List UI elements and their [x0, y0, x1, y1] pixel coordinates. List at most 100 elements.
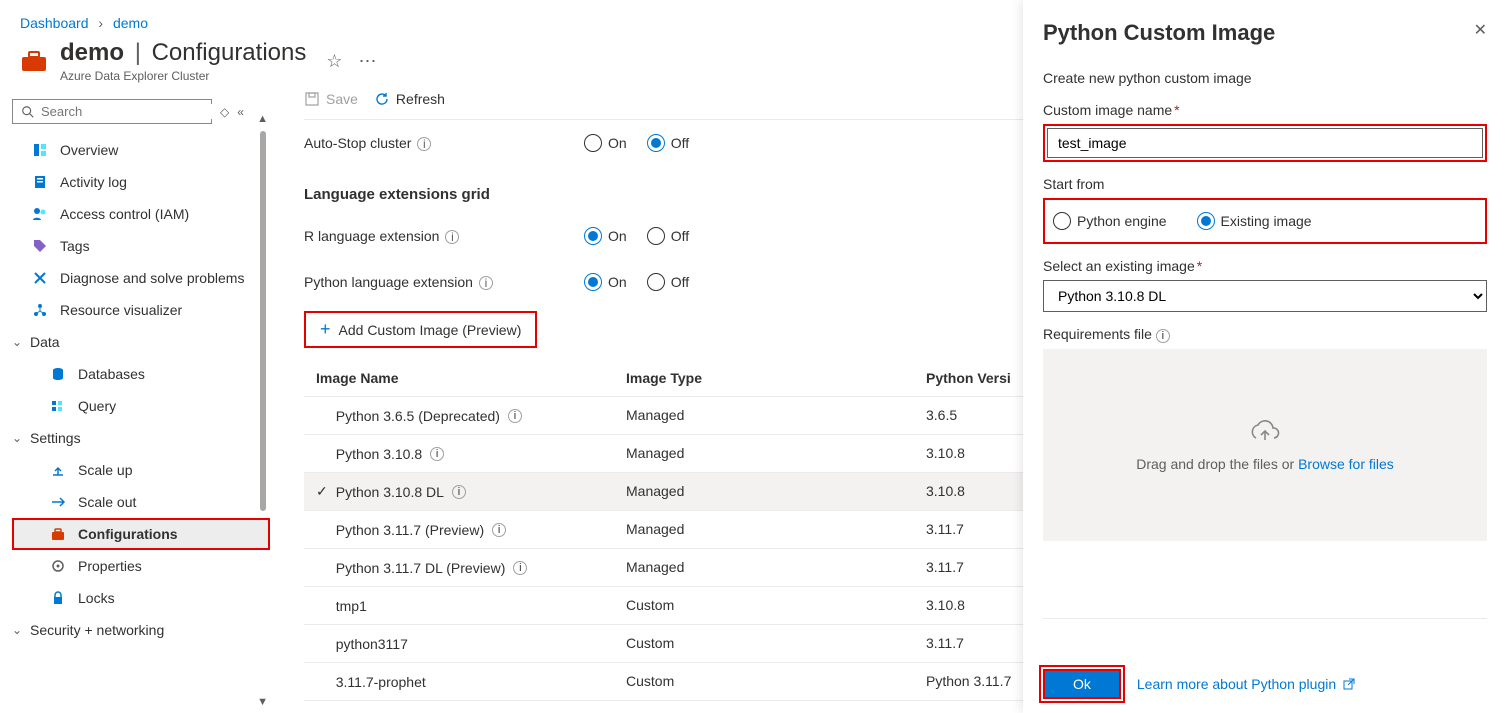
close-icon[interactable]: ✕: [1474, 20, 1487, 40]
radio-on[interactable]: [584, 227, 602, 245]
learn-more-text: Learn more about Python plugin: [1137, 676, 1336, 692]
info-icon[interactable]: i: [513, 561, 527, 575]
iam-icon: [30, 206, 50, 222]
sidebar-item-locks[interactable]: Locks: [12, 582, 270, 614]
nav-group-data[interactable]: ⌄Data: [12, 326, 270, 358]
col-version[interactable]: Python Versi: [926, 370, 1012, 386]
save-button[interactable]: Save: [304, 91, 358, 107]
info-icon[interactable]: i: [492, 523, 506, 537]
chevron-down-icon: ⌄: [12, 431, 30, 445]
radio-off[interactable]: [647, 134, 665, 152]
info-icon[interactable]: i: [452, 485, 466, 499]
info-icon[interactable]: i: [508, 409, 522, 423]
image-version: 3.11.7: [926, 521, 1012, 538]
favorite-icon[interactable]: ☆: [326, 51, 342, 72]
nav-group-security-networking[interactable]: ⌄Security + networking: [12, 614, 270, 646]
breadcrumb-root[interactable]: Dashboard: [20, 15, 89, 31]
nav-label: Scale up: [78, 462, 132, 478]
image-type: Managed: [626, 407, 926, 424]
sidebar-item-scale-out[interactable]: Scale out: [12, 486, 270, 518]
off-label: Off: [671, 228, 689, 244]
sidebar-item-query[interactable]: Query: [12, 390, 270, 422]
sidebar-item-activity-log[interactable]: Activity log: [12, 166, 270, 198]
nav-group-settings[interactable]: ⌄Settings: [12, 422, 270, 454]
table-row[interactable]: ✓Python 3.10.8 iManaged3.10.8: [304, 435, 1024, 473]
on-label: On: [608, 135, 627, 151]
info-icon[interactable]: i: [430, 447, 444, 461]
sidebar-item-databases[interactable]: Databases: [12, 358, 270, 390]
radio-existing-image[interactable]: [1197, 212, 1215, 230]
collapse-icon[interactable]: «: [237, 105, 244, 119]
existing-image-select[interactable]: Python 3.10.8 DL: [1043, 280, 1487, 312]
browse-link[interactable]: Browse for files: [1298, 456, 1394, 472]
radio-on[interactable]: [584, 273, 602, 291]
panel-subtitle: Create new python custom image: [1043, 70, 1487, 86]
scroll-down-icon[interactable]: ▼: [257, 696, 268, 708]
search-box[interactable]: [12, 99, 212, 124]
table-row[interactable]: ✓tmp1 Custom3.10.8: [304, 587, 1024, 625]
add-custom-image-button[interactable]: + Add Custom Image (Preview): [304, 311, 537, 348]
info-icon[interactable]: i: [1156, 329, 1170, 343]
info-icon[interactable]: i: [417, 137, 431, 151]
table-row[interactable]: ✓3.11.7-prophet CustomPython 3.11.7: [304, 663, 1024, 701]
image-name-input[interactable]: [1047, 128, 1483, 158]
table-row[interactable]: ✓python3117 Custom3.11.7: [304, 625, 1024, 663]
scroll-up-icon[interactable]: ▲: [257, 113, 268, 125]
sidebar-item-scale-up[interactable]: Scale up: [12, 454, 270, 486]
image-version: 3.11.7: [926, 635, 1012, 652]
table-row[interactable]: ✓Python 3.11.7 DL (Preview) iManaged3.11…: [304, 549, 1024, 587]
expand-icon[interactable]: ◇: [220, 105, 229, 119]
refresh-button[interactable]: Refresh: [374, 91, 445, 107]
sidebar-item-overview[interactable]: Overview: [12, 134, 270, 166]
file-dropzone[interactable]: Drag and drop the files or Browse for fi…: [1043, 349, 1487, 541]
sidebar-item-configurations[interactable]: Configurations: [12, 518, 270, 550]
sidebar-item-access-control-iam-[interactable]: Access control (IAM): [12, 198, 270, 230]
col-name[interactable]: Image Name: [316, 370, 626, 386]
diagnose-icon: [30, 270, 50, 286]
radio-on[interactable]: [584, 134, 602, 152]
drop-text: Drag and drop the files or: [1136, 456, 1298, 472]
search-input[interactable]: [41, 104, 217, 119]
on-label: On: [608, 228, 627, 244]
table-row[interactable]: ✓Python 3.10.8 DL iManaged3.10.8: [304, 473, 1024, 511]
locks-icon: [48, 590, 68, 606]
col-type[interactable]: Image Type: [626, 370, 926, 386]
nav-label: Locks: [78, 590, 115, 606]
scrollbar-thumb[interactable]: [260, 131, 266, 511]
off-label: Off: [671, 135, 689, 151]
info-icon[interactable]: i: [479, 276, 493, 290]
nav-label: Query: [78, 398, 116, 414]
breadcrumb-current[interactable]: demo: [113, 15, 148, 31]
add-custom-image-label: Add Custom Image (Preview): [339, 322, 522, 338]
props-icon: [48, 558, 68, 574]
learn-more-link[interactable]: Learn more about Python plugin: [1137, 676, 1356, 692]
image-name: Python 3.10.8: [336, 446, 422, 462]
chevron-down-icon: ⌄: [12, 335, 30, 349]
image-version: 3.11.7: [926, 559, 1012, 576]
sidebar-item-tags[interactable]: Tags: [12, 230, 270, 262]
config-icon: [48, 526, 68, 542]
startfrom-radio[interactable]: Python engine Existing image: [1047, 202, 1483, 240]
table-row[interactable]: ✓Python 3.6.5 (Deprecated) iManaged3.6.5: [304, 397, 1024, 435]
radio-off[interactable]: [647, 227, 665, 245]
info-icon[interactable]: i: [445, 230, 459, 244]
radio-python-engine[interactable]: [1053, 212, 1071, 230]
resource-name: demo: [60, 39, 124, 66]
nav-label: Properties: [78, 558, 142, 574]
ok-button[interactable]: Ok: [1043, 669, 1121, 699]
sidebar-item-resource-visualizer[interactable]: Resource visualizer: [12, 294, 270, 326]
sidebar-item-diagnose-and-solve-problems[interactable]: Diagnose and solve problems: [12, 262, 270, 294]
resource-type: Azure Data Explorer Cluster: [60, 69, 306, 83]
py-ext-radio[interactable]: On Off: [584, 273, 689, 291]
sidebar-item-properties[interactable]: Properties: [12, 550, 270, 582]
more-icon[interactable]: ⋯: [359, 51, 379, 72]
image-name: tmp1: [336, 598, 367, 614]
select-existing-label: Select an existing image: [1043, 258, 1195, 274]
table-row[interactable]: ✓Python 3.11.7 (Preview) iManaged3.11.7: [304, 511, 1024, 549]
nav-label: Access control (IAM): [60, 206, 189, 222]
autostop-radio[interactable]: On Off: [584, 134, 689, 152]
r-ext-radio[interactable]: On Off: [584, 227, 689, 245]
autostop-label: Auto-Stop cluster: [304, 135, 411, 151]
radio-off[interactable]: [647, 273, 665, 291]
image-version: 3.10.8: [926, 597, 1012, 614]
